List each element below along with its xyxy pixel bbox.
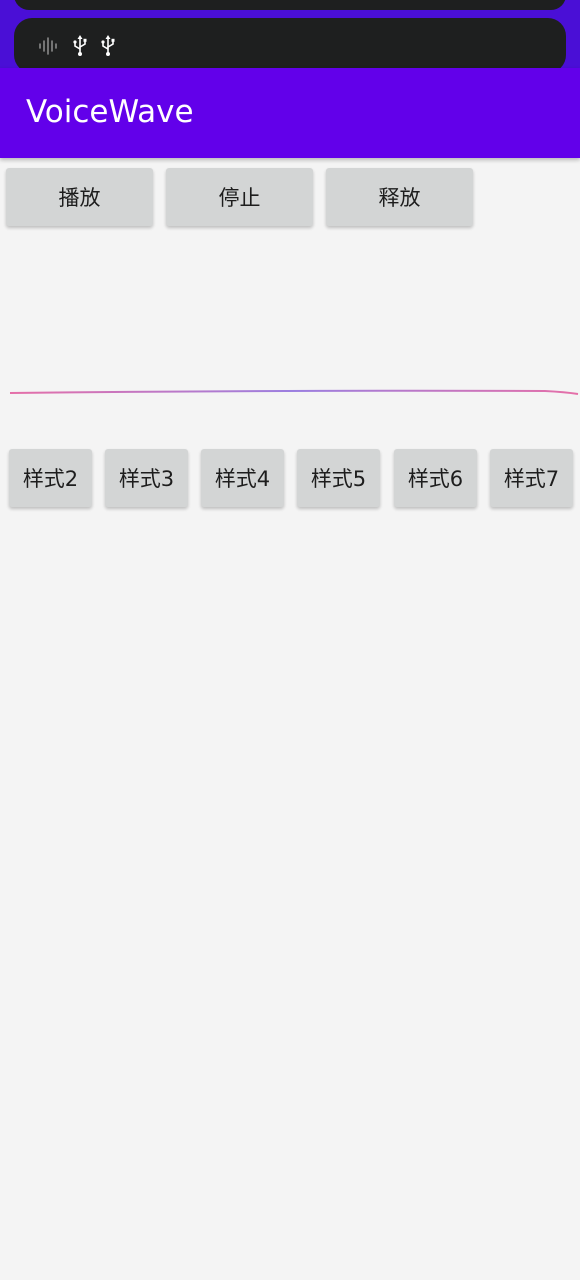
release-button[interactable]: 释放 [326, 168, 473, 226]
waveform-icon [38, 36, 60, 56]
style-7-button[interactable]: 样式7 [490, 449, 573, 507]
style-5-button[interactable]: 样式5 [297, 449, 380, 507]
usb-icon [100, 34, 116, 57]
stop-button[interactable]: 停止 [166, 168, 313, 226]
app-bar: VoiceWave [0, 68, 580, 158]
style-6-button[interactable]: 样式6 [394, 449, 477, 507]
usb-icon [72, 34, 88, 57]
voice-waveform [9, 389, 579, 395]
notification-pill-top [14, 0, 566, 10]
app-title: VoiceWave [26, 94, 194, 130]
status-bar [0, 0, 580, 73]
style-4-button[interactable]: 样式4 [201, 449, 284, 507]
notification-pill[interactable] [14, 18, 566, 73]
style-2-button[interactable]: 样式2 [9, 449, 92, 507]
play-button[interactable]: 播放 [6, 168, 153, 226]
style-3-button[interactable]: 样式3 [105, 449, 188, 507]
